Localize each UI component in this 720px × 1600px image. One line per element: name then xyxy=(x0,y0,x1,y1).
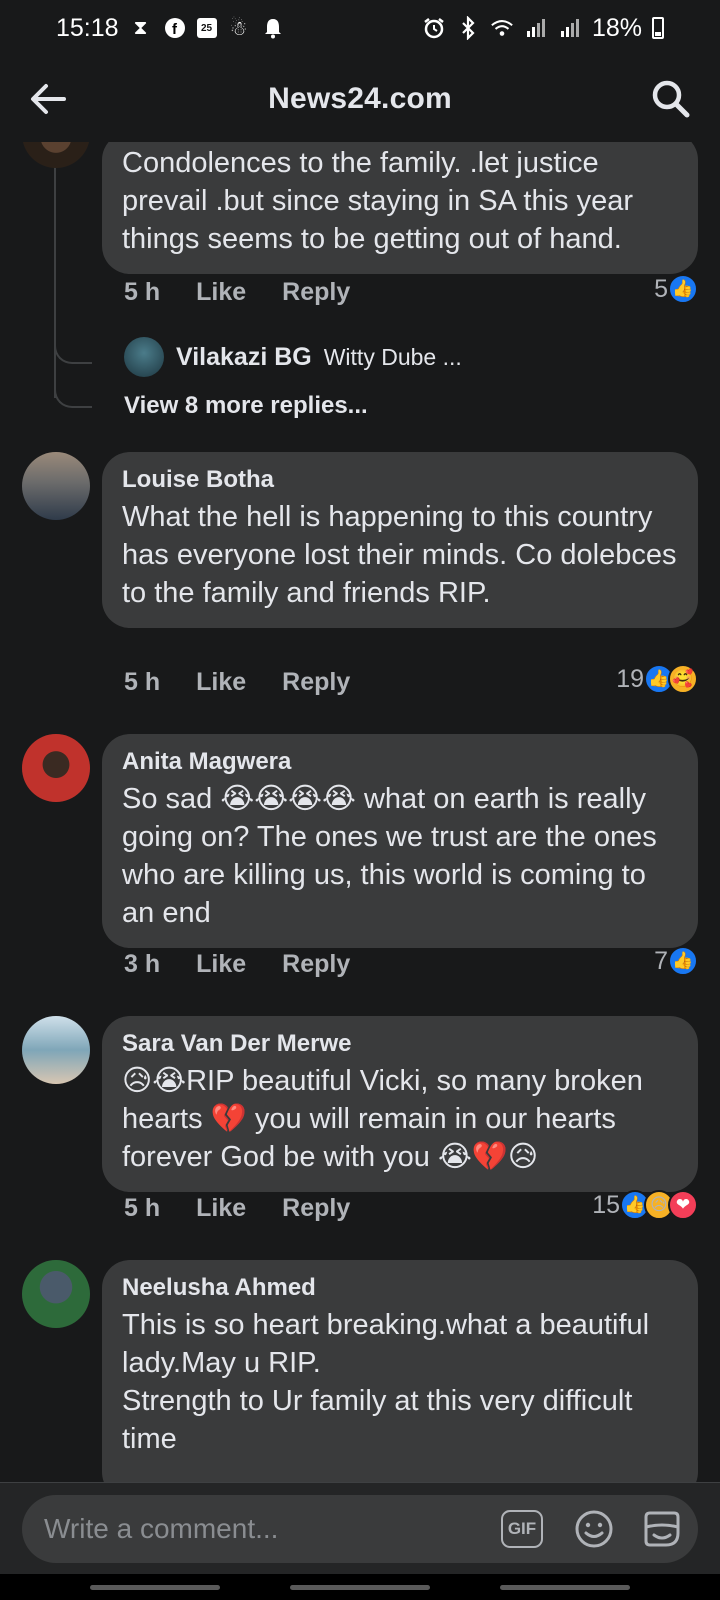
comment-text: This is so heart breaking.what a beautif… xyxy=(122,1309,650,1455)
weather-icon: ☃ xyxy=(229,17,248,40)
facebook-icon: f xyxy=(163,16,187,40)
reaction-count: 5 xyxy=(654,274,668,303)
comment-actions: 3 h Like Reply xyxy=(124,950,350,979)
like-button[interactable]: Like xyxy=(196,668,246,697)
thread-line xyxy=(54,166,56,398)
gif-button[interactable]: GIF xyxy=(500,1507,544,1551)
nested-reply[interactable]: Vilakazi BG Witty Dube ... xyxy=(124,337,462,377)
recent-apps-button[interactable] xyxy=(90,1585,220,1590)
love-reaction-icon: ❤ xyxy=(668,1190,698,1220)
avatar[interactable] xyxy=(22,734,90,802)
wifi-icon xyxy=(490,16,514,40)
battery-percent: 18% xyxy=(591,13,642,42)
smiley-icon xyxy=(575,1510,613,1548)
reply-button[interactable]: Reply xyxy=(282,1194,350,1223)
comment-bubble: Louise Botha What the hell is happening … xyxy=(102,452,698,628)
reply-button[interactable]: Reply xyxy=(282,278,350,307)
sticker-button[interactable] xyxy=(640,1507,684,1551)
comment-time: 3 h xyxy=(124,950,161,978)
system-nav-bar xyxy=(0,1574,720,1600)
comment-bubble: Neelusha Ahmed This is so heart breaking… xyxy=(102,1260,698,1482)
like-button[interactable]: Like xyxy=(196,278,246,307)
search-icon[interactable] xyxy=(650,78,692,120)
hourglass-icon: ⧗ xyxy=(133,16,148,39)
bluetooth-icon xyxy=(456,16,480,40)
thread-branch xyxy=(54,324,92,364)
comment-text: Condolences to the family. .let justice … xyxy=(122,147,642,255)
comment-author[interactable]: Neelusha Ahmed xyxy=(122,1274,678,1302)
reply-button[interactable]: Reply xyxy=(282,950,350,979)
comment-author[interactable]: Anita Magwera xyxy=(122,748,678,776)
app-bar: News24.com xyxy=(0,56,720,142)
avatar[interactable] xyxy=(22,452,90,520)
like-reaction-icon: 👍 xyxy=(668,274,698,304)
alarm-icon xyxy=(422,16,446,40)
reaction-summary[interactable]: 19 👍 🥰 xyxy=(616,664,698,694)
reaction-count: 15 xyxy=(592,1190,620,1219)
comment-time: 5 h xyxy=(124,278,161,306)
comment-bubble: Sara Van Der Merwe 😥😭RIP beautiful Vicki… xyxy=(102,1016,698,1192)
avatar[interactable] xyxy=(22,1016,90,1084)
back-arrow-icon[interactable] xyxy=(28,78,70,120)
view-more-replies-link[interactable]: View 8 more replies... xyxy=(124,392,368,420)
reply-preview: Witty Dube ... xyxy=(323,343,462,370)
comment-text: What the hell is happening to this count… xyxy=(122,501,685,609)
battery-icon xyxy=(652,17,664,39)
status-right: 18% xyxy=(422,14,664,43)
home-button[interactable] xyxy=(290,1585,430,1590)
comment-bubble: Anita Magwera So sad 😭😭😭😭 what on earth … xyxy=(102,734,698,948)
bell-icon xyxy=(261,16,285,40)
reaction-summary[interactable]: 15 👍 😥 ❤ xyxy=(592,1190,698,1220)
comment-text: 😥😭RIP beautiful Vicki, so many broken he… xyxy=(122,1065,651,1173)
comment-composer: GIF xyxy=(0,1482,720,1574)
thread-branch xyxy=(54,368,92,408)
comment-text: So sad 😭😭😭😭 what on earth is really goin… xyxy=(122,783,665,929)
avatar[interactable] xyxy=(22,1260,90,1328)
reaction-summary[interactable]: 7 👍 xyxy=(654,946,698,976)
sticker-icon xyxy=(644,1511,680,1547)
status-time: 15:18 xyxy=(56,13,119,42)
status-left: 15:18 ⧗ f 25 ☃ xyxy=(56,14,285,43)
like-button[interactable]: Like xyxy=(196,1194,246,1223)
like-button[interactable]: Like xyxy=(196,950,246,979)
comment-time: 5 h xyxy=(124,1194,161,1222)
reply-button[interactable]: Reply xyxy=(282,668,350,697)
comment-bubble: Condolences to the family. .let justice … xyxy=(102,142,698,274)
calendar-icon: 25 xyxy=(196,18,217,38)
emoji-button[interactable] xyxy=(572,1507,616,1551)
gif-icon: GIF xyxy=(501,1510,543,1548)
status-bar: 15:18 ⧗ f 25 ☃ 18% xyxy=(0,0,720,56)
reaction-summary[interactable]: 5 👍 xyxy=(654,274,698,304)
comment-actions: 5 h Like Reply xyxy=(124,1194,350,1223)
comments-list[interactable]: Condolences to the family. .let justice … xyxy=(0,142,720,1482)
reaction-count: 19 xyxy=(616,664,644,693)
avatar[interactable] xyxy=(22,142,90,168)
back-button[interactable] xyxy=(500,1585,630,1590)
comment-author[interactable]: Louise Botha xyxy=(122,466,678,494)
signal-icon xyxy=(524,16,548,40)
comment-time: 5 h xyxy=(124,668,161,696)
reply-author: Vilakazi BG xyxy=(176,342,312,371)
signal-icon xyxy=(558,16,582,40)
avatar xyxy=(124,337,164,377)
reaction-count: 7 xyxy=(654,946,668,975)
comment-actions: 5 h Like Reply xyxy=(124,278,350,307)
like-reaction-icon: 👍 xyxy=(668,946,698,976)
care-reaction-icon: 🥰 xyxy=(668,664,698,694)
comment-actions: 5 h Like Reply xyxy=(124,668,350,697)
page-title: News24.com xyxy=(268,82,452,115)
comment-author[interactable]: Sara Van Der Merwe xyxy=(122,1030,678,1058)
